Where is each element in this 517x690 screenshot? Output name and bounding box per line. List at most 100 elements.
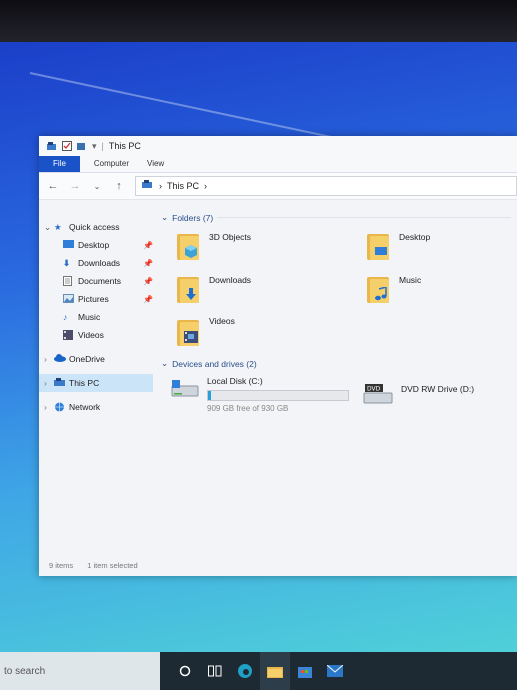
forward-button[interactable]: → xyxy=(69,180,81,192)
navigation-bar: ← → ⌄ ↑ › This PC › xyxy=(39,173,517,200)
file-explorer-window: ▾ | This PC File Computer View ← → ⌄ ↑ ›… xyxy=(39,136,517,576)
task-view-icon[interactable] xyxy=(200,652,230,690)
title-separator: | xyxy=(101,141,104,151)
new-folder-icon[interactable] xyxy=(77,141,87,151)
sidebar-item-downloads[interactable]: ⬇ Downloads 📌 xyxy=(39,254,153,272)
sidebar-item-label: OneDrive xyxy=(69,354,105,364)
title-bar: ▾ | This PC xyxy=(39,136,517,156)
edge-icon[interactable] xyxy=(230,652,260,690)
pin-icon[interactable]: 📌 xyxy=(143,241,153,250)
folders-group-header[interactable]: ⌄ Folders (7) xyxy=(161,212,511,223)
sidebar-item-videos[interactable]: Videos xyxy=(39,326,153,344)
chevron-down-icon[interactable]: ⌄ xyxy=(161,358,168,369)
sidebar-item-music[interactable]: ♪ Music xyxy=(39,308,153,326)
window-title: This PC xyxy=(108,141,141,151)
divider xyxy=(217,217,511,218)
chevron-right-icon[interactable]: › xyxy=(44,402,54,412)
cloud-icon xyxy=(54,354,66,364)
folder-videos[interactable]: Videos xyxy=(177,316,235,346)
address-chevron-end[interactable]: › xyxy=(204,181,207,191)
address-bar[interactable]: › This PC › xyxy=(135,176,517,196)
drive-label: Local Disk (C:) xyxy=(207,376,263,386)
pictures-icon xyxy=(63,294,74,304)
sidebar-item-label: Desktop xyxy=(78,240,110,250)
search-placeholder: to search xyxy=(4,665,46,677)
folder-label: Videos xyxy=(209,316,235,326)
drive-label: DVD RW Drive (D:) xyxy=(401,384,475,394)
music-folder-icon xyxy=(367,273,393,303)
drive-local-disk-c[interactable]: Local Disk (C:) 909 GB free of 930 GB xyxy=(171,376,349,413)
sidebar-item-pictures[interactable]: Pictures 📌 xyxy=(39,290,153,308)
tab-file[interactable]: File xyxy=(39,156,80,172)
store-icon[interactable] xyxy=(290,652,320,690)
drive-dvd-d[interactable]: DVD DVD RW Drive (D:) xyxy=(363,382,474,408)
free-space-text: 909 GB free of 930 GB xyxy=(207,404,289,413)
3d-objects-icon xyxy=(177,230,203,260)
pin-icon[interactable]: 📌 xyxy=(143,295,153,304)
sidebar-item-onedrive[interactable]: › OneDrive xyxy=(39,350,159,368)
videos-icon xyxy=(63,330,74,340)
mail-icon[interactable] xyxy=(320,652,350,690)
sidebar-item-label: Downloads xyxy=(78,258,121,268)
drives-group-header[interactable]: ⌄ Devices and drives (2) xyxy=(161,358,511,369)
sidebar-item-label: Network xyxy=(69,402,101,412)
chevron-down-icon[interactable]: ⌄ xyxy=(44,222,54,233)
music-icon: ♪ xyxy=(63,312,68,322)
download-icon: ⬇ xyxy=(63,258,71,268)
monitor-bezel xyxy=(0,0,517,42)
storage-bar-fill xyxy=(208,391,212,400)
hard-drive-icon xyxy=(171,380,199,397)
folder-desktop[interactable]: Desktop xyxy=(367,230,430,260)
tab-view[interactable]: View xyxy=(143,156,178,172)
dvd-badge: DVD xyxy=(367,386,381,393)
this-pc-icon xyxy=(54,378,65,388)
chevron-down-icon[interactable]: ⌄ xyxy=(161,212,168,223)
ribbon-tabs: File Computer View xyxy=(39,156,517,173)
videos-folder-icon xyxy=(177,316,203,346)
cortana-icon[interactable] xyxy=(170,652,200,690)
file-explorer-taskbar-icon[interactable] xyxy=(260,652,290,690)
selection-status: 1 item selected xyxy=(87,561,138,570)
desktop-icon xyxy=(63,240,74,250)
back-button[interactable]: ← xyxy=(47,180,59,192)
folder-music[interactable]: Music xyxy=(367,273,421,303)
folder-label: Downloads xyxy=(209,275,252,285)
folder-label: Music xyxy=(399,275,422,285)
item-count: 9 items xyxy=(49,561,74,570)
sidebar-item-label: Videos xyxy=(78,330,104,340)
wallpaper-streak xyxy=(29,72,344,141)
taskbar-search-box[interactable]: to search xyxy=(0,652,160,690)
folder-label: Desktop xyxy=(399,232,431,242)
address-chevron: › xyxy=(159,181,162,191)
sidebar-item-label: Pictures xyxy=(78,294,109,304)
folder-downloads[interactable]: Downloads xyxy=(177,273,251,303)
sidebar-item-this-pc[interactable]: › This PC xyxy=(39,374,153,392)
pin-icon[interactable]: 📌 xyxy=(143,277,153,286)
sidebar-item-desktop[interactable]: Desktop 📌 xyxy=(39,236,153,254)
documents-icon xyxy=(63,276,74,286)
sidebar-quick-access[interactable]: ⌄ ★ Quick access xyxy=(39,218,159,236)
folder-3d-objects[interactable]: 3D Objects xyxy=(177,230,251,260)
up-button[interactable]: ↑ xyxy=(113,180,125,192)
explorer-icon xyxy=(47,141,57,151)
chevron-right-icon[interactable]: › xyxy=(44,378,54,388)
navigation-pane: ⌄ ★ Quick access Desktop 📌 ⬇ Downloads 📌… xyxy=(39,206,159,546)
address-path: This PC xyxy=(167,181,200,191)
local-disk-details: Local Disk (C:) 909 GB free of 930 GB xyxy=(207,376,349,413)
customize-toolbar-icon[interactable]: ▾ xyxy=(92,141,97,152)
sidebar-item-documents[interactable]: Documents 📌 xyxy=(39,272,153,290)
folder-label: 3D Objects xyxy=(209,232,252,242)
recent-locations-button[interactable]: ⌄ xyxy=(91,182,103,191)
folders-header-label: Folders (7) xyxy=(172,212,214,223)
taskbar: to search xyxy=(0,652,517,690)
content-area: ⌄ Folders (7) 3D Objects Desktop Downloa… xyxy=(161,206,517,546)
sidebar-item-label: Documents xyxy=(78,276,121,286)
chevron-right-icon[interactable]: › xyxy=(44,354,54,364)
downloads-folder-icon xyxy=(177,273,203,303)
star-icon: ★ xyxy=(54,222,62,232)
tab-computer[interactable]: Computer xyxy=(80,156,143,172)
sidebar-item-network[interactable]: › Network xyxy=(39,398,159,416)
properties-icon[interactable] xyxy=(62,141,72,151)
dvd-drive-icon: DVD xyxy=(363,384,393,404)
pin-icon[interactable]: 📌 xyxy=(143,259,153,268)
